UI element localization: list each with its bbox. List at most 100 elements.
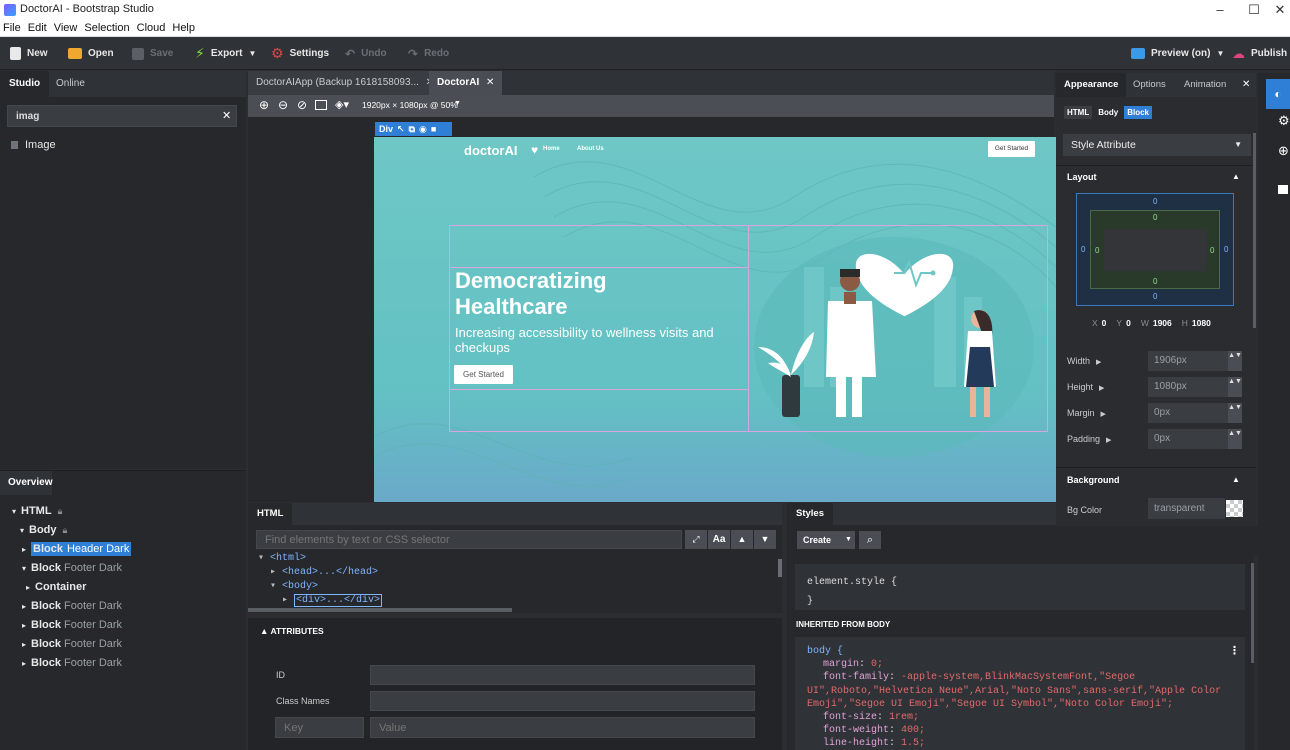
- subtab-html[interactable]: HTML: [1064, 106, 1093, 119]
- subtab-block[interactable]: Block: [1124, 106, 1153, 119]
- nav-about-us[interactable]: About Us: [577, 146, 604, 152]
- attribute-key-field[interactable]: [275, 717, 364, 738]
- menu-edit[interactable]: Edit: [25, 21, 51, 36]
- chevron-up-icon[interactable]: ▲: [731, 530, 753, 549]
- menu-view[interactable]: View: [51, 21, 82, 36]
- match-case-button[interactable]: Aa: [708, 530, 730, 549]
- horizontal-scrollbar[interactable]: [248, 608, 512, 612]
- prop-label[interactable]: Margin ▶: [1067, 408, 1106, 418]
- stepper-icon[interactable]: ▲▼: [1228, 429, 1242, 449]
- chevron-up-icon[interactable]: ▲: [1232, 172, 1240, 181]
- add-icon[interactable]: ⊕: [1278, 143, 1289, 159]
- tree-node[interactable]: ▸ Block Footer Dark: [22, 619, 122, 631]
- tab-styles[interactable]: Styles: [787, 503, 833, 525]
- hero-subheading[interactable]: Increasing accessibility to wellness vis…: [455, 325, 755, 355]
- vertical-scrollbar[interactable]: [778, 559, 782, 577]
- attribute-value-field[interactable]: [370, 717, 755, 738]
- tab-html[interactable]: HTML: [248, 503, 293, 525]
- zoom-in-icon[interactable]: ⊕: [259, 98, 269, 112]
- new-button[interactable]: New: [10, 45, 48, 62]
- chevron-right-icon[interactable]: ▸: [22, 621, 26, 630]
- undo-button[interactable]: ↶ Undo: [345, 45, 387, 62]
- prop-label[interactable]: Height ▶: [1067, 382, 1104, 392]
- tab-studio[interactable]: Studio: [0, 71, 50, 97]
- zoom-out-icon[interactable]: ⊖: [278, 98, 288, 112]
- hide-icon[interactable]: ◉: [419, 122, 427, 136]
- tree-node[interactable]: ▸ Block Header Dark: [22, 542, 132, 556]
- element-search-input[interactable]: [256, 530, 682, 549]
- chevron-up-icon[interactable]: ▲: [1232, 475, 1240, 484]
- prop-label[interactable]: Padding ▶: [1067, 434, 1111, 444]
- subtab-body[interactable]: Body: [1095, 106, 1121, 119]
- menu-selection[interactable]: Selection: [81, 21, 133, 36]
- hero-heading[interactable]: Democratizing Healthcare: [455, 268, 655, 320]
- tree-node[interactable]: ▾ HTML 🔒︎: [12, 505, 62, 517]
- save-button[interactable]: Save: [132, 45, 173, 62]
- chevron-right-icon[interactable]: ▸: [22, 602, 26, 611]
- tree-node[interactable]: ▸ Container: [26, 581, 86, 593]
- export-button[interactable]: ⚡ Export ▼: [195, 45, 256, 62]
- class-names-field[interactable]: [370, 691, 755, 711]
- create-rule-button[interactable]: Create ▼: [797, 531, 855, 549]
- search-icon[interactable]: ⌕: [859, 531, 881, 549]
- chevron-right-icon[interactable]: ▸: [22, 640, 26, 649]
- prop-value-field[interactable]: 0px: [1148, 403, 1228, 423]
- css-declaration[interactable]: line-height: 1.5;: [807, 737, 1233, 750]
- reset-zoom-icon[interactable]: ⊘: [297, 98, 307, 112]
- tab-animation[interactable]: Animation: [1176, 73, 1234, 97]
- chevron-down-icon[interactable]: ▾: [22, 564, 26, 573]
- gear-icon[interactable]: ⚙: [1278, 113, 1290, 129]
- bg-color-field[interactable]: transparent: [1148, 498, 1225, 519]
- minimize-button[interactable]: –: [1202, 0, 1238, 21]
- settings-button[interactable]: ⚙ Settings: [271, 45, 329, 62]
- tab-options[interactable]: Options: [1125, 73, 1174, 97]
- style-attribute-select[interactable]: Style Attribute ▼: [1063, 134, 1251, 156]
- prop-label[interactable]: Width ▶: [1067, 356, 1101, 366]
- hero-get-started-button[interactable]: Get Started: [454, 365, 513, 384]
- publish-button[interactable]: ☁ Publish: [1232, 45, 1287, 62]
- color-swatch[interactable]: [1226, 500, 1243, 517]
- nav-home[interactable]: Home: [543, 146, 560, 152]
- tab-backup-document[interactable]: DoctorAIApp (Backup 1618158093... ✕: [248, 71, 443, 95]
- close-tab-icon[interactable]: ✕: [486, 77, 494, 88]
- folder-icon[interactable]: [1278, 185, 1288, 194]
- chevron-right-icon[interactable]: ▸: [26, 583, 30, 592]
- panel-scrollbar[interactable]: [1253, 133, 1256, 328]
- css-declaration[interactable]: font-size: 1rem;: [807, 711, 1233, 724]
- prop-value-field[interactable]: 0px: [1148, 429, 1228, 449]
- preview-button[interactable]: Preview (on) ▼: [1131, 45, 1224, 62]
- pick-element-icon[interactable]: ⤢: [685, 530, 707, 549]
- tree-node[interactable]: ▾ Block Footer Dark: [22, 562, 122, 574]
- selection-badge[interactable]: Div ↖ ⧉ ◉ ■: [375, 122, 452, 136]
- tree-node[interactable]: ▸ Block Footer Dark: [22, 600, 122, 612]
- css-declaration[interactable]: margin: 0;: [807, 658, 1233, 671]
- component-search-input[interactable]: [7, 105, 237, 127]
- styles-scrollbar[interactable]: [1251, 563, 1254, 663]
- search-result-image[interactable]: Image: [25, 139, 56, 151]
- close-panel-icon[interactable]: ✕: [1242, 79, 1250, 90]
- image-view-icon[interactable]: [315, 100, 327, 110]
- prop-value-field[interactable]: 1906px: [1148, 351, 1228, 371]
- viewport-size-select[interactable]: 1920px × 1080px @ 50%: [362, 100, 458, 110]
- attributes-title[interactable]: ▲ ATTRIBUTES: [260, 626, 324, 636]
- brand-logo[interactable]: doctorAI: [464, 143, 517, 158]
- body-style-block[interactable]: body { margin: 0; font-family: -apple-sys…: [795, 637, 1245, 750]
- chevron-down-icon[interactable]: ▾: [12, 507, 16, 516]
- dom-node-body[interactable]: ▾ <body>: [258, 580, 382, 594]
- clear-search-icon[interactable]: ✕: [222, 109, 231, 122]
- cursor-icon[interactable]: ↖: [397, 122, 405, 136]
- chevron-down-icon[interactable]: ▾: [20, 526, 24, 535]
- stepper-icon[interactable]: ▲▼: [1228, 351, 1242, 371]
- open-button[interactable]: Open: [68, 45, 114, 62]
- tree-node[interactable]: ▸ Block Footer Dark: [22, 657, 122, 669]
- chevron-right-icon[interactable]: ▸: [22, 545, 26, 554]
- stepper-icon[interactable]: ▲▼: [1228, 403, 1242, 423]
- css-declaration[interactable]: font-family: -apple-system,BlinkMacSyste…: [807, 671, 1233, 711]
- tab-appearance[interactable]: Appearance: [1056, 73, 1127, 97]
- palette-icon[interactable]: ◐: [1266, 79, 1290, 109]
- redo-button[interactable]: ↷ Redo: [408, 45, 449, 62]
- menu-help[interactable]: Help: [169, 21, 199, 36]
- more-options-icon[interactable]: ⋮: [1229, 644, 1240, 657]
- tab-doctorai[interactable]: DoctorAI ✕: [429, 71, 503, 95]
- element-style-block[interactable]: element.style { }: [795, 564, 1245, 610]
